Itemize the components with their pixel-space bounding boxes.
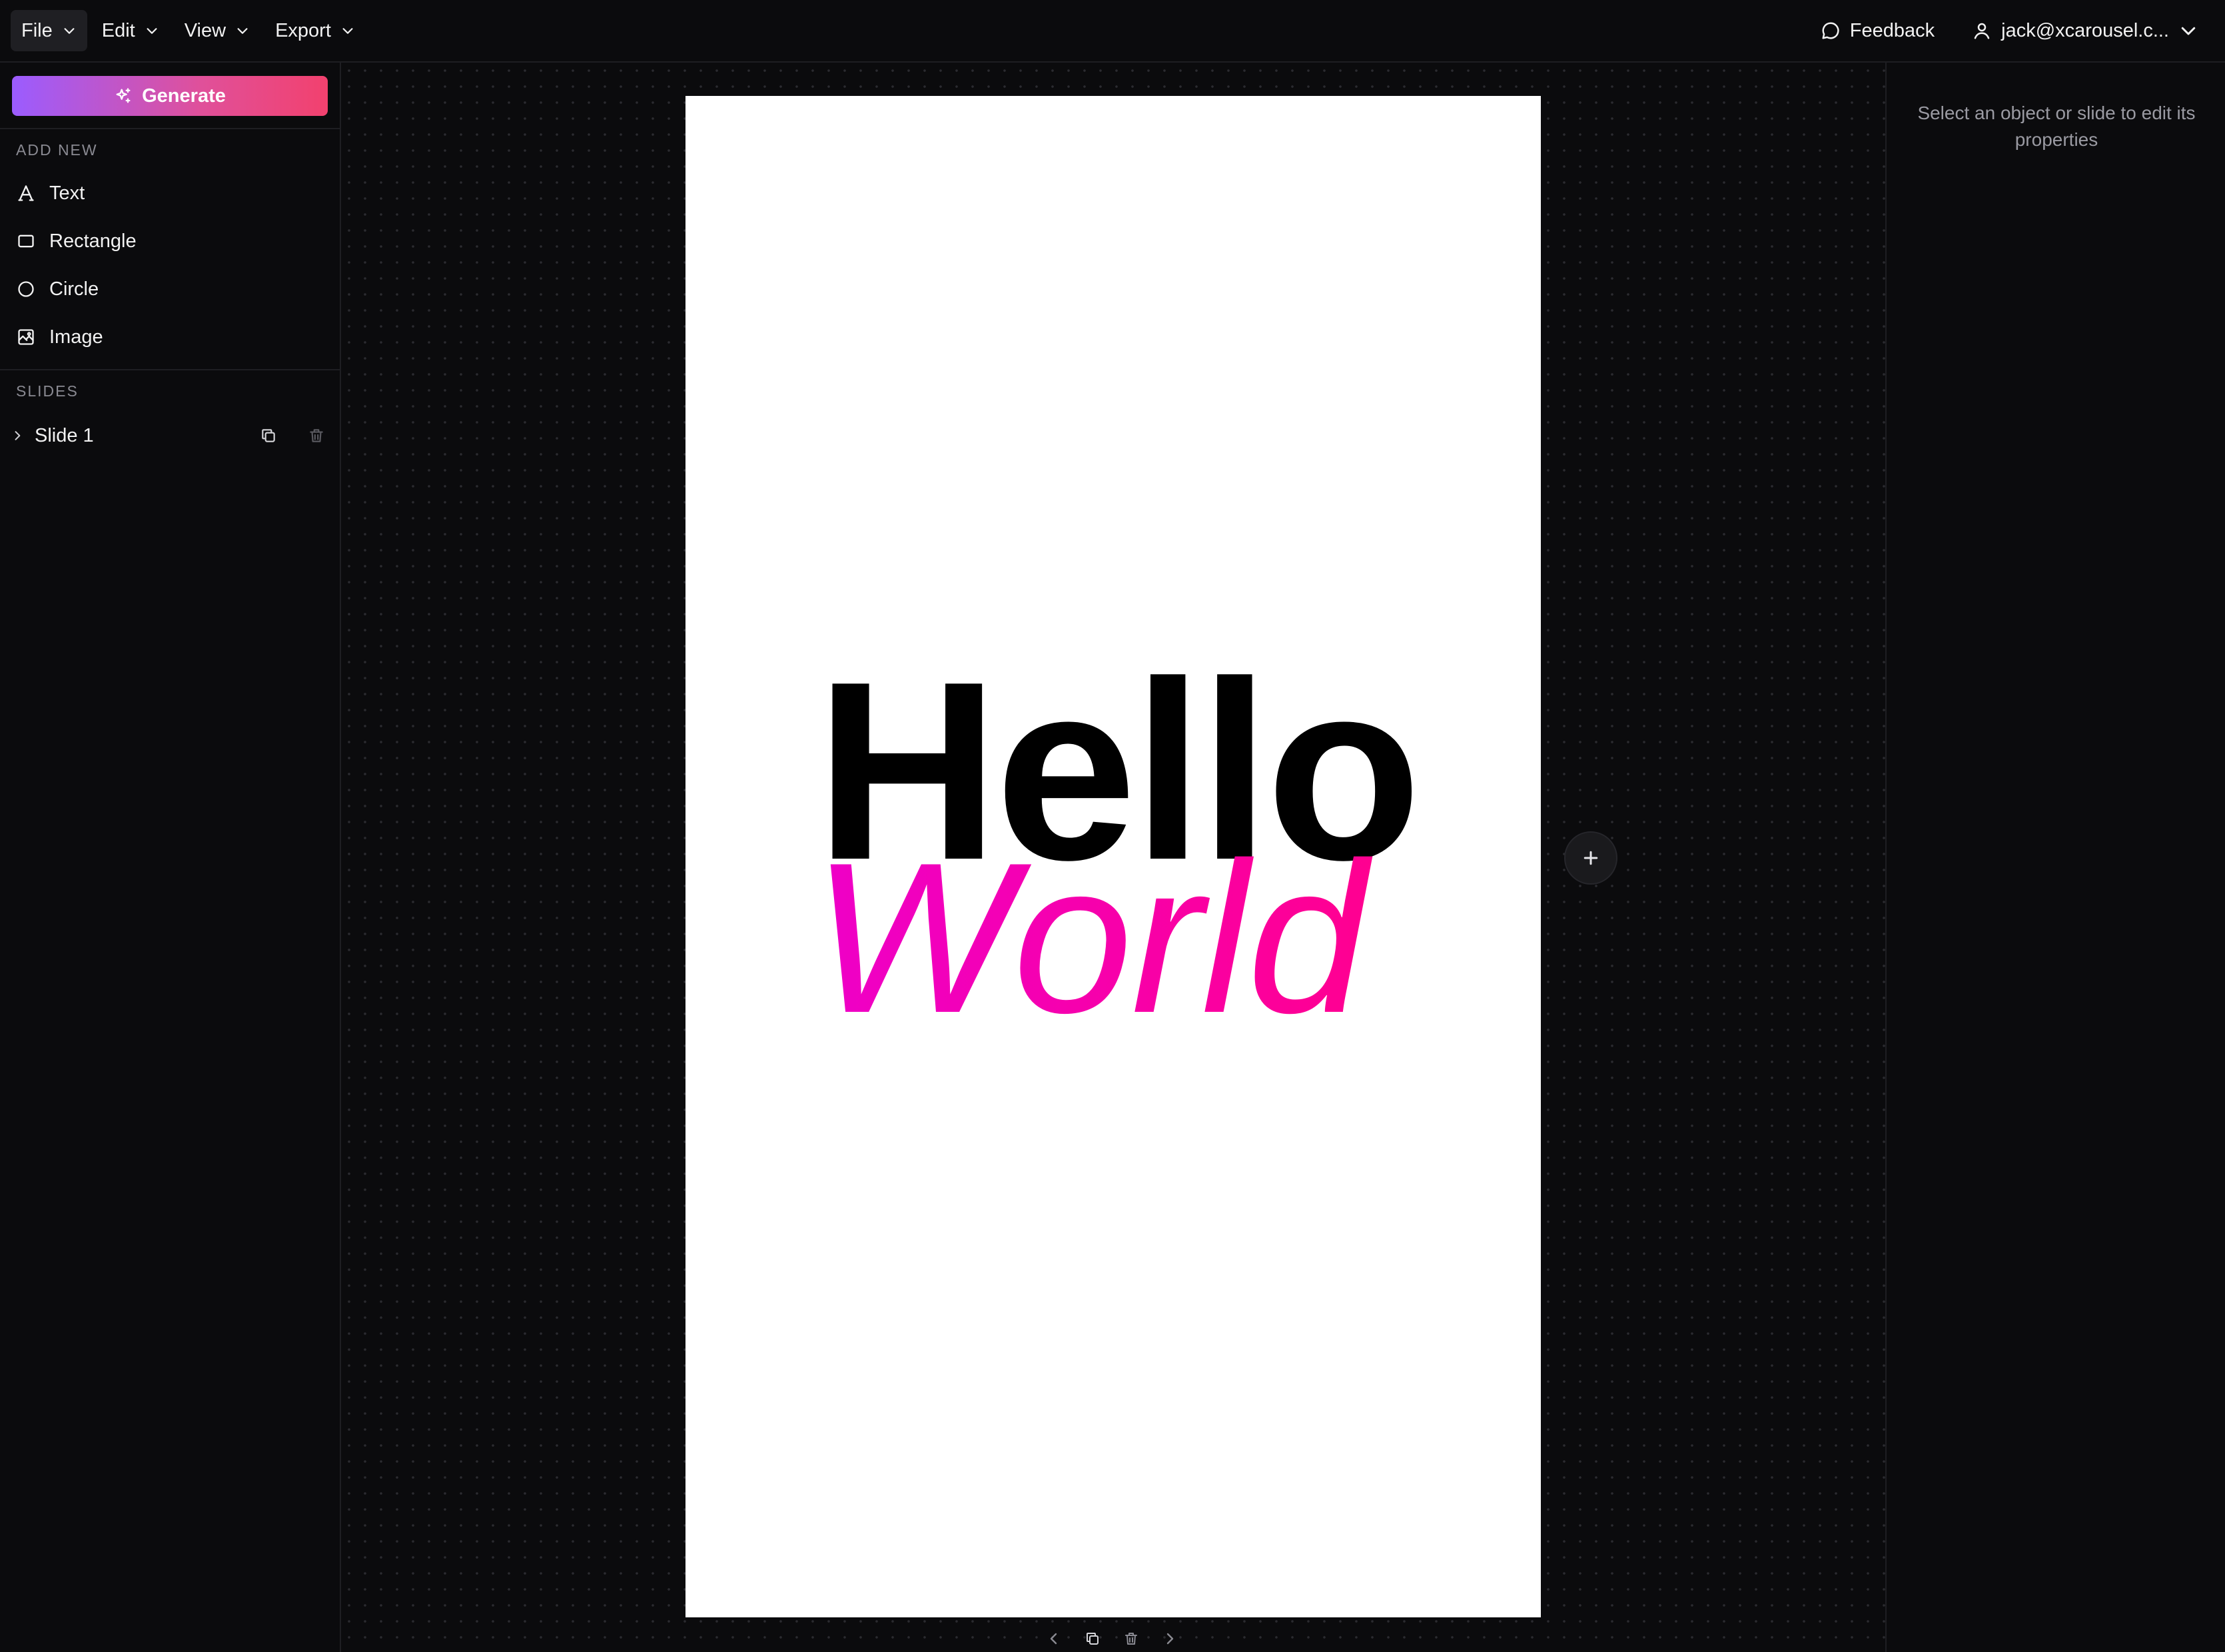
circle-icon (16, 279, 36, 299)
add-circle-label: Circle (49, 278, 99, 300)
add-image-button[interactable]: Image (16, 317, 329, 357)
chevron-left-icon (1050, 1633, 1057, 1645)
trash-icon (310, 429, 323, 442)
left-sidebar: Generate ADD NEW Text Rectangle Circle I… (0, 63, 341, 1652)
add-rectangle-button[interactable]: Rectangle (16, 221, 329, 261)
menu-bar: File Edit View Export (0, 10, 366, 51)
chevron-down-icon (64, 28, 75, 34)
copy-icon (1087, 1633, 1099, 1645)
add-text-button[interactable]: Text (16, 173, 329, 213)
add-image-label: Image (49, 326, 103, 348)
delete-current-slide-button[interactable] (1122, 1629, 1140, 1648)
plus-icon (1583, 851, 1598, 865)
previous-slide-button[interactable] (1045, 1629, 1063, 1648)
image-icon (16, 327, 36, 347)
slide-list-item[interactable]: Slide 1 (0, 418, 340, 453)
add-rectangle-label: Rectangle (49, 230, 137, 252)
text-icon (16, 183, 36, 203)
add-text-label: Text (49, 182, 85, 204)
sparkles-icon (116, 88, 131, 103)
slides-heading: SLIDES (16, 382, 79, 400)
feedback-label: Feedback (1849, 19, 1935, 41)
feedback-button[interactable]: Feedback (1821, 20, 1935, 42)
menu-file-label: File (21, 19, 53, 41)
menu-view-label: View (184, 19, 226, 41)
next-slide-button[interactable] (1160, 1629, 1179, 1648)
copy-icon (262, 429, 275, 442)
account-menu[interactable]: jack@xcarousel.c... (1972, 20, 2198, 42)
slide-text-world[interactable]: World (812, 822, 1425, 1048)
menu-edit[interactable]: Edit (91, 10, 170, 51)
top-bar: File Edit View Export Feedback jack@xcar… (0, 0, 2225, 63)
message-bubble-icon (1822, 22, 1839, 39)
user-icon (1974, 23, 1990, 39)
add-new-heading: ADD NEW (16, 141, 98, 159)
generate-button[interactable]: Generate (12, 76, 328, 116)
slide-label: Slide 1 (35, 424, 94, 446)
canvas-area[interactable]: Hello World (341, 63, 1885, 1652)
chevron-right-icon (1166, 1633, 1174, 1645)
trash-icon (1125, 1633, 1137, 1645)
menu-export-label: Export (275, 19, 331, 41)
add-circle-button[interactable]: Circle (16, 269, 329, 309)
menu-edit-label: Edit (101, 19, 135, 41)
sidebar-divider (0, 128, 340, 129)
menu-view[interactable]: View (174, 10, 260, 51)
account-label: jack@xcarousel.c... (2001, 19, 2169, 41)
properties-panel: Select an object or slide to edit its pr… (1885, 63, 2225, 1652)
add-slide-button[interactable] (1564, 831, 1617, 885)
rectangle-icon (16, 231, 36, 251)
chevron-down-icon (2181, 27, 2196, 35)
delete-slide-button[interactable] (306, 426, 326, 446)
chevron-down-icon (237, 28, 248, 34)
chevron-down-icon (342, 28, 353, 34)
svg-text:World: World (812, 822, 1375, 1048)
slide-controls (1045, 1625, 1179, 1652)
menu-export[interactable]: Export (264, 10, 366, 51)
generate-label: Generate (142, 85, 226, 107)
top-right-actions: Feedback jack@xcarousel.c... (1821, 20, 2225, 42)
duplicate-slide-button[interactable] (258, 426, 278, 446)
chevron-down-icon (147, 28, 157, 34)
chevron-right-icon[interactable] (11, 429, 24, 442)
sidebar-divider (0, 369, 340, 370)
properties-empty-hint: Select an object or slide to edit its pr… (1917, 103, 2196, 150)
menu-file[interactable]: File (11, 10, 87, 51)
slide-canvas[interactable]: Hello World (685, 96, 1541, 1617)
duplicate-current-slide-button[interactable] (1083, 1629, 1102, 1648)
